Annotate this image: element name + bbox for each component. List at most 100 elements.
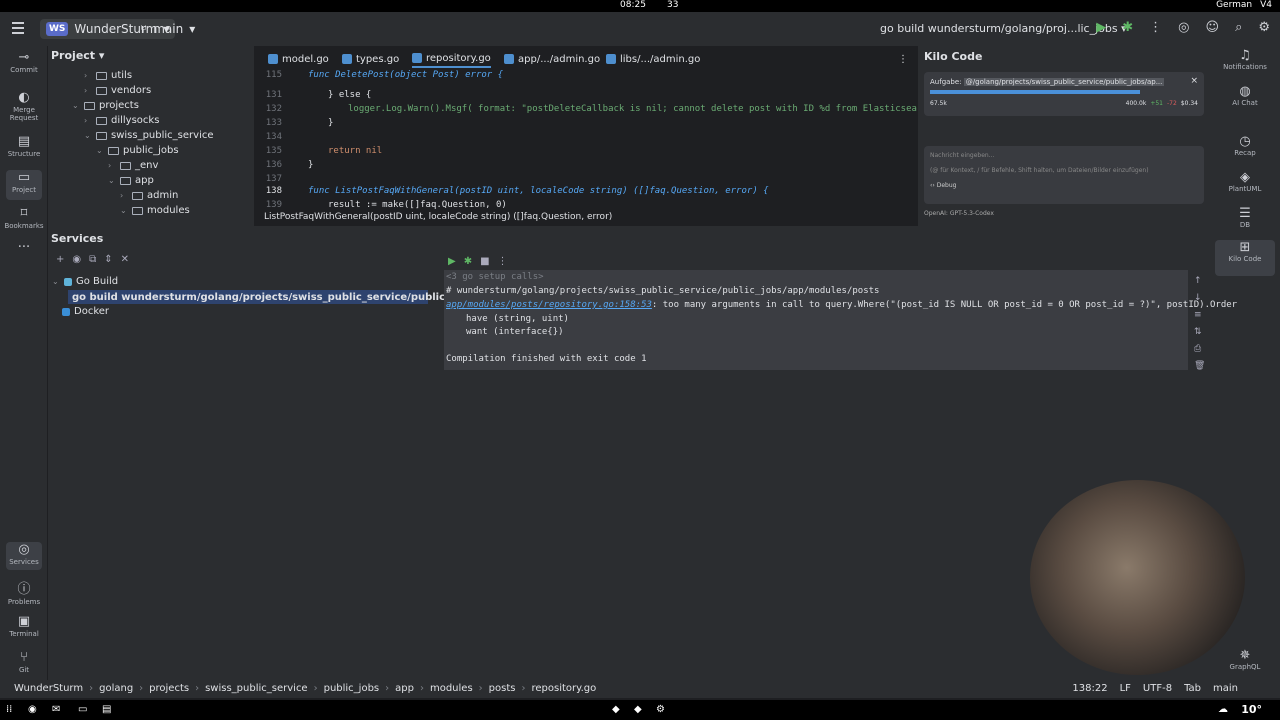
tree-item[interactable]: › utils [84,70,132,81]
editor-tab[interactable]: types.go [342,50,399,68]
editor-tab[interactable]: app/.../admin.go [504,50,600,68]
more-icon[interactable]: ⋮ [1149,20,1162,35]
eye-icon[interactable]: ◉ [72,254,81,265]
more-tools[interactable]: ··· [0,240,48,256]
tool-services[interactable]: ◎ Services [6,542,42,570]
terminal-icon[interactable]: ▭ [78,704,87,715]
debug-icon[interactable]: ✱ [464,256,472,267]
app-icon-2[interactable]: ◆ [634,704,642,715]
encoding[interactable]: UTF-8 [1143,683,1172,694]
run-icon[interactable]: ▶ [1096,20,1106,35]
tool-bookmarks[interactable]: ⌑ Bookmarks [0,206,48,230]
status-branch[interactable]: main [1213,683,1238,694]
editor-tab-active[interactable]: repository.go [412,50,491,68]
sort-icon[interactable]: ⇅ [1194,327,1205,337]
editor-tab[interactable]: model.go [268,50,329,68]
tree-item[interactable]: ⌄ modules [120,205,190,216]
arrow-down-icon[interactable]: ↓ [1194,293,1205,303]
tool-graphql[interactable]: ✵ GraphQL [1210,648,1280,671]
tree-item[interactable]: › vendors [84,85,151,96]
main-menu-icon[interactable] [12,22,24,34]
project-panel-title[interactable]: Project ▾ [51,49,104,62]
tool-plantuml[interactable]: ◈ PlantUML [1210,170,1280,193]
indent[interactable]: Tab [1184,683,1201,694]
tree-item[interactable]: › dillysocks [84,115,159,126]
tool-ai-chat[interactable]: ◍ AI Chat [1210,84,1280,107]
gear-icon[interactable]: ⚙ [1258,20,1270,35]
tool-git[interactable]: ⑂ Git [0,650,48,674]
tool-db[interactable]: ☰ DB [1210,206,1280,229]
breadcrumb-item[interactable]: public_jobs [324,683,380,694]
service-item-selected[interactable]: go build wundersturm/golang/projects/swi… [68,290,473,304]
breadcrumb-item[interactable]: posts [489,683,516,694]
breadcrumb-item[interactable]: modules [430,683,473,694]
browser-icon[interactable]: ◉ [28,704,37,715]
breadcrumb-item[interactable]: swiss_public_service [205,683,308,694]
tab-label: types.go [356,53,400,65]
files-icon[interactable]: ▤ [102,704,111,715]
mode-selector[interactable]: ‹› Debug [930,182,1198,189]
debug-icon[interactable]: ✱ [1122,20,1133,35]
chevron-down-icon: ⌄ [108,176,115,185]
breadcrumb-item[interactable]: projects [149,683,189,694]
context-progress-bar [930,90,1140,94]
app-icon-3[interactable]: ⚙ [656,704,665,715]
app-icon-1[interactable]: ◆ [612,704,620,715]
new-tab-icon[interactable]: ⧉ [89,254,96,265]
user-icon[interactable]: ☺ [1206,20,1220,35]
expand-icon[interactable]: ⇕ [104,254,112,265]
ai-icon[interactable]: ◎ [1178,20,1189,35]
breadcrumb-item[interactable]: WunderSturm [14,683,83,694]
folder-icon [96,116,107,125]
error-location-link[interactable]: app/modules/posts/repository.go:158:53 [446,300,652,310]
search-icon[interactable]: ⌕ [1235,20,1242,35]
kilo-message-input[interactable]: Nachricht eingeben... (@ für Kontext, / … [924,146,1204,204]
tool-commit[interactable]: ⊸ Commit [0,50,48,74]
volume-indicator[interactable]: V4 [1260,0,1272,10]
tool-notifications[interactable]: ♫ Notifications [1210,48,1280,71]
stop-icon[interactable]: ■ [480,256,489,267]
breadcrumb-item[interactable]: golang [99,683,133,694]
tab-label: repository.go [426,52,491,64]
caret-position[interactable]: 138:22 [1072,683,1107,694]
tool-merge-request[interactable]: ◐ Merge Request [0,90,48,122]
service-group-docker[interactable]: Docker [62,306,109,317]
kilo-title: Kilo Code [924,50,983,63]
arrow-up-icon[interactable]: ↑ [1194,276,1205,286]
tree-item[interactable]: ⌄ app [108,175,154,186]
mail-icon[interactable]: ✉ [52,704,60,715]
print-icon[interactable]: ⎙ [1194,344,1205,354]
apps-grid-icon[interactable]: ⁞⁞ [6,704,12,715]
wrap-icon[interactable]: ≡ [1194,310,1205,320]
kilo-model[interactable]: OpenAI: GPT-5.3-Codex [924,210,994,217]
add-icon[interactable]: + [56,254,64,265]
tool-recap[interactable]: ◷ Recap [1210,134,1280,157]
tool-project[interactable]: ▭ Project [6,170,42,200]
line-ending[interactable]: LF [1120,683,1131,694]
more-icon[interactable]: ⋮ [498,256,508,267]
tool-kilo-code[interactable]: ⊞ Kilo Code [1215,240,1275,276]
editor-tab[interactable]: libs/.../admin.go [606,50,700,68]
editor-tabs-more[interactable]: ⋮ [898,50,908,68]
tool-label: Merge Request [9,106,39,122]
trash-icon[interactable]: 🗑 [1194,361,1205,371]
breadcrumb-item[interactable]: app [395,683,414,694]
tool-terminal[interactable]: ▣ Terminal [0,614,48,638]
rerun-icon[interactable]: ▶ [448,256,456,267]
language-indicator[interactable]: German [1216,0,1252,10]
tool-label: Problems [7,598,41,606]
tree-item[interactable]: › _env [108,160,158,171]
run-configuration[interactable]: go build wundersturm/golang/proj...lic_j… [880,22,1127,35]
collapse-icon[interactable]: ✕ [121,254,129,265]
tree-item[interactable]: ⌄ public_jobs [96,145,179,156]
tree-item[interactable]: › admin [120,190,178,201]
service-group-go-build[interactable]: ⌄ Go Build [52,276,118,287]
tree-item[interactable]: ⌄ projects [72,100,139,111]
kilo-task-card[interactable]: Aufgabe: @/golang/projects/swiss_public_… [924,72,1204,116]
tree-item[interactable]: ⌄ swiss_public_service [84,130,214,141]
close-icon[interactable]: × [1190,76,1198,86]
tool-structure[interactable]: ▤ Structure [0,134,48,158]
tool-problems[interactable]: ⓘ Problems [0,578,48,606]
branch-switcher[interactable]: ⑂ main ▾ [140,22,195,36]
breadcrumb-item[interactable]: repository.go [531,683,596,694]
